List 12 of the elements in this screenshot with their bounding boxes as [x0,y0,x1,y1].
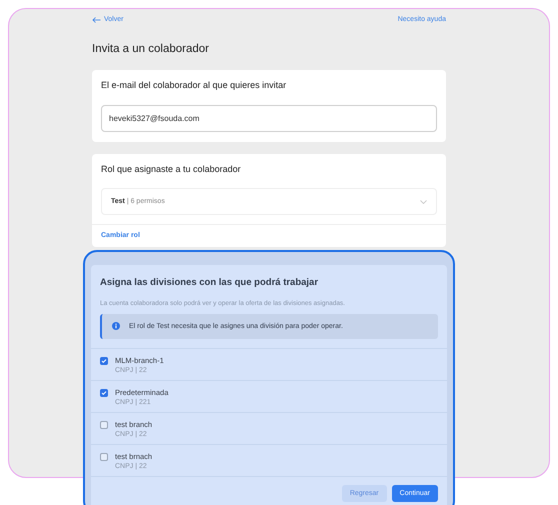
info-icon [112,322,120,330]
checkbox[interactable] [100,420,108,429]
card-heading: Asigna las divisiones con las que podrá trabajar [99,276,320,288]
checkbox[interactable] [100,356,108,365]
checkbox[interactable] [100,452,108,461]
card-heading: Rol que asignaste a tu colaborador [100,163,242,174]
email-field[interactable]: heveki5327@fsouda.com [101,105,437,132]
card-heading: El e-mail del colaborador al que quieres invitar [100,79,288,90]
back-arrow-icon [92,16,101,22]
page-title: Invita a un colaborador [92,43,210,55]
chevron-down-icon [420,200,427,204]
checkbox[interactable] [100,388,108,397]
